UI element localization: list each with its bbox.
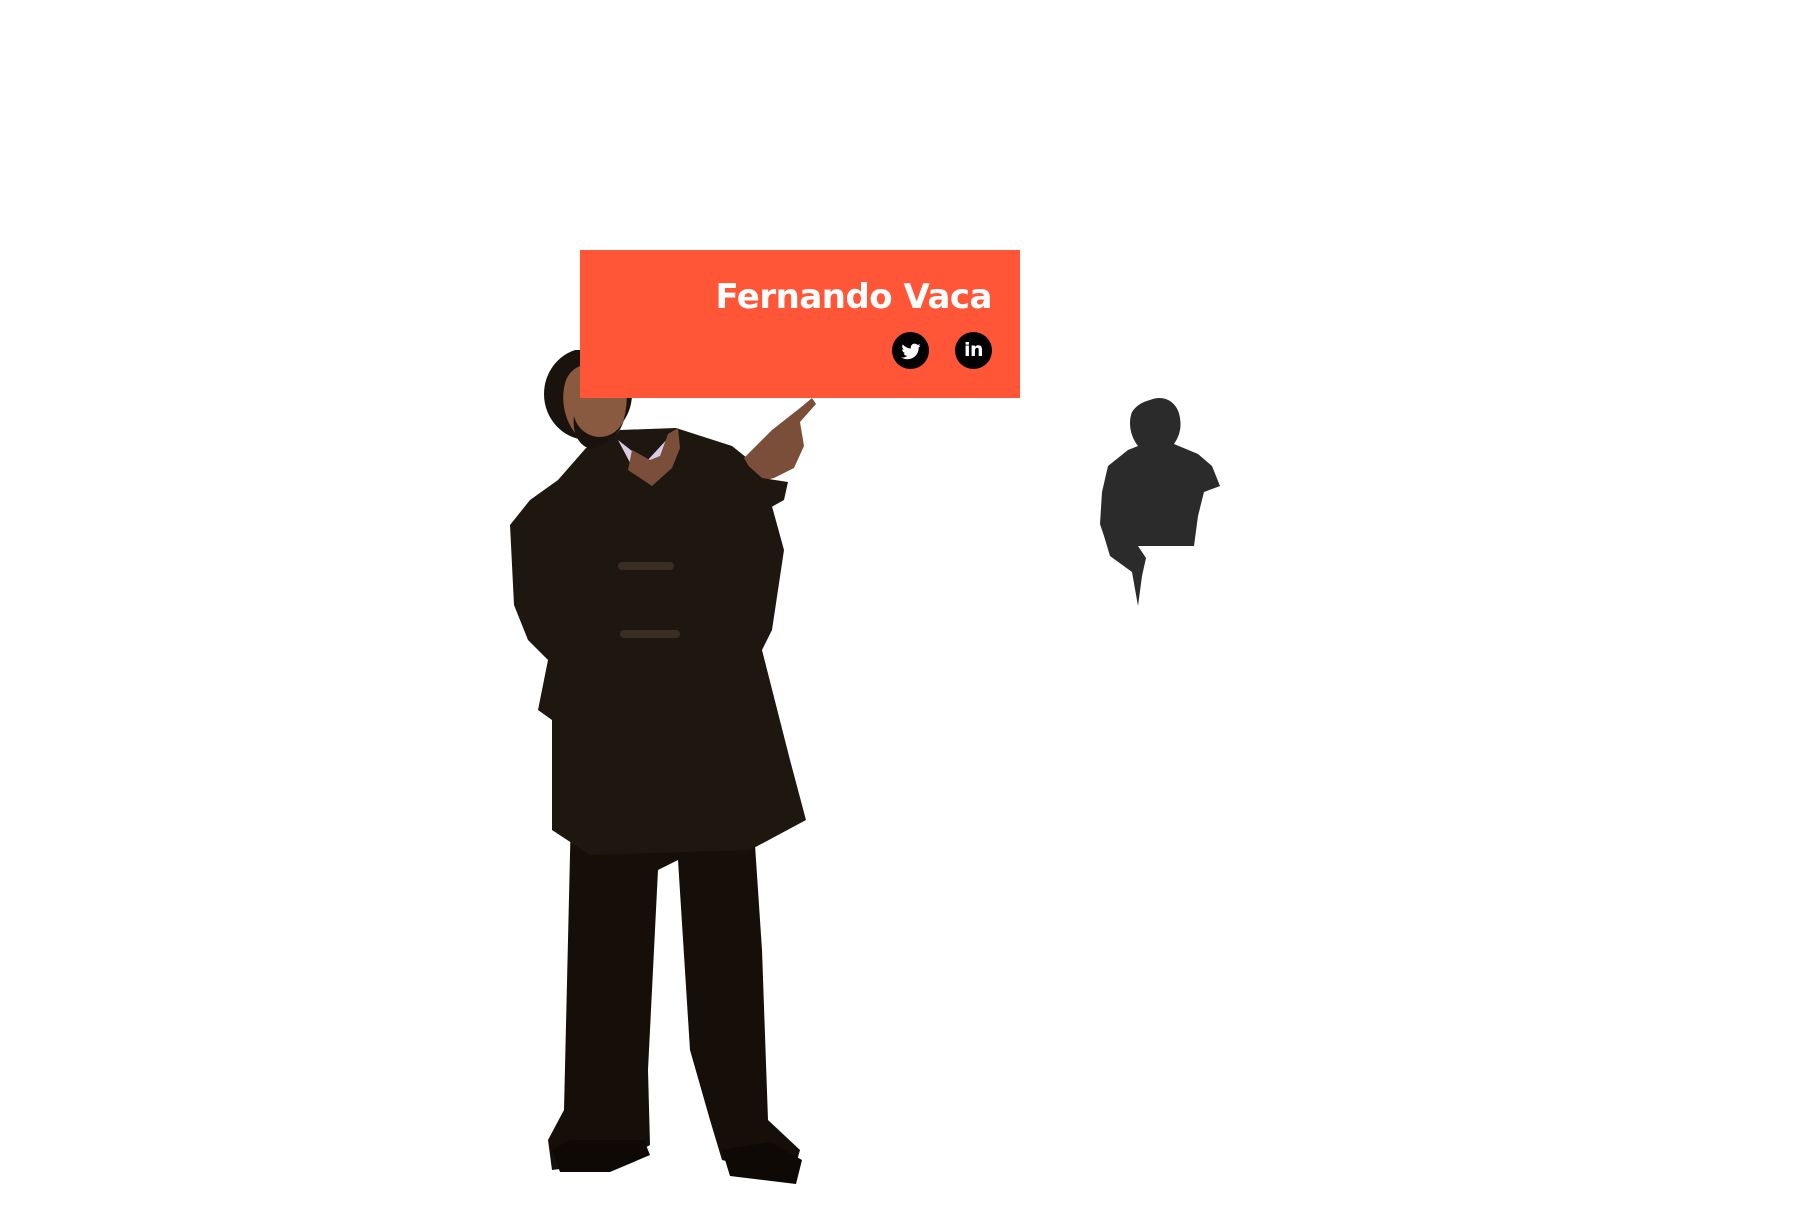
twitter-bird-icon: [900, 343, 921, 359]
silhouette-shape: [1100, 398, 1220, 606]
linkedin-icon: in: [963, 339, 984, 361]
person-name: Fernando Vaca: [715, 277, 992, 317]
twitter-button[interactable]: [892, 332, 929, 369]
silhouette-figure: [1098, 396, 1234, 608]
name-card: Fernando Vaca in: [580, 250, 1020, 398]
person-photo: [500, 348, 880, 1200]
linkedin-button[interactable]: in: [955, 332, 992, 369]
person-figure: [510, 348, 816, 1184]
social-links: in: [608, 332, 992, 369]
